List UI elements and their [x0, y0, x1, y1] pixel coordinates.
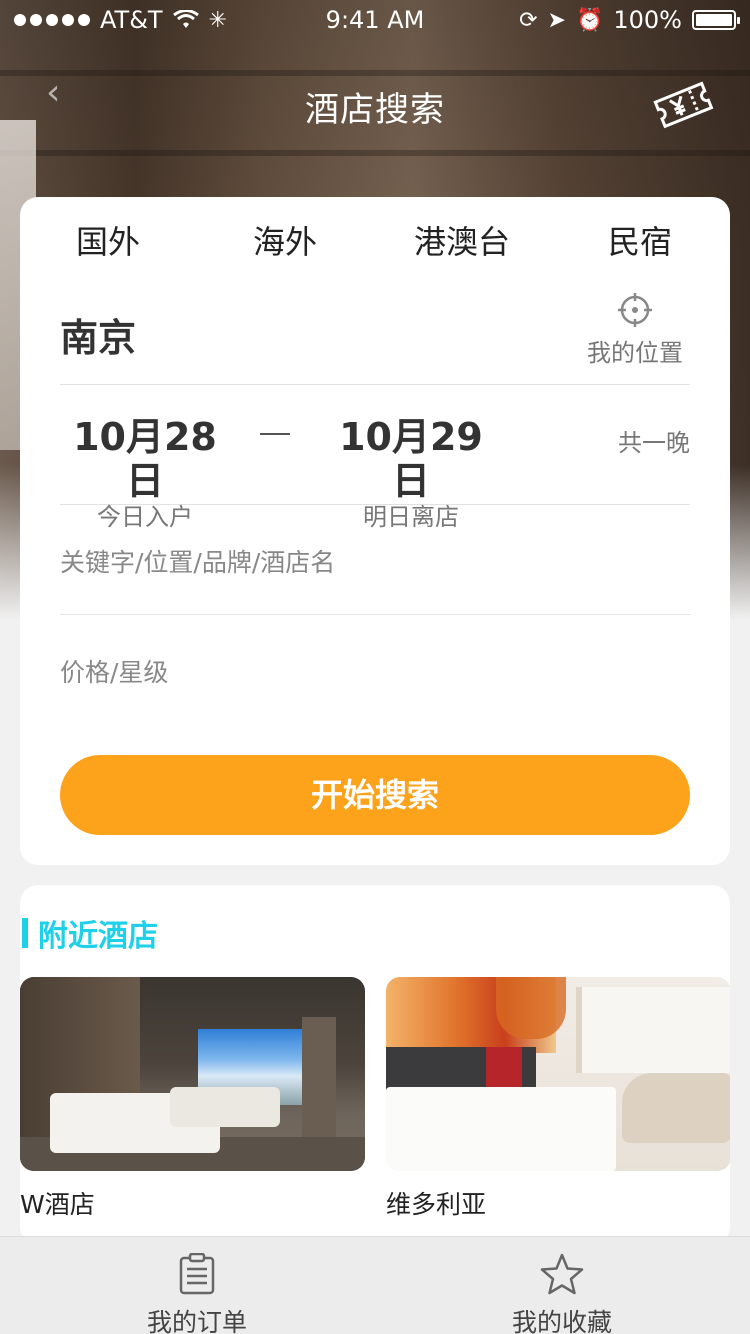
page-title: 酒店搜索	[305, 90, 445, 130]
nav-bar: ‹ 酒店搜索	[0, 62, 750, 146]
tab-my-orders-label: 我的订单	[146, 1308, 247, 1334]
crosshair-icon	[618, 293, 652, 327]
search-card: 国外 海外 港澳台 民宿 南京 我的位置 10月28日 今日入户 10月29日 …	[20, 197, 730, 865]
clipboard-icon	[179, 1253, 215, 1295]
nights-count: 共一晚	[618, 429, 690, 457]
hotel-name[interactable]: 维多利亚	[386, 1185, 730, 1221]
section-accent-bar	[22, 918, 28, 948]
signal-icon	[14, 14, 90, 26]
status-bar: AT&T ✳ 9:41 AM ⟳ ➤ ⏰ 100%	[0, 0, 750, 40]
tab-foreign[interactable]: 国外	[38, 217, 178, 263]
hotel-card[interactable]: 维多利亚	[386, 977, 730, 1221]
star-icon	[540, 1253, 584, 1295]
tab-overseas[interactable]: 海外	[215, 217, 355, 263]
nearby-hotels-card: 附近酒店 W酒店 维多利亚	[20, 885, 730, 1245]
start-search-button[interactable]: 开始搜索	[60, 755, 690, 835]
section-title-label: 附近酒店	[38, 919, 158, 954]
hotel-card[interactable]: W酒店	[20, 977, 365, 1221]
hotel-photo[interactable]	[20, 977, 365, 1171]
tab-homestay[interactable]: 民宿	[570, 217, 710, 263]
price-star-field[interactable]: 价格/星级	[60, 653, 690, 689]
ceiling-beam	[0, 150, 750, 156]
hotel-photo[interactable]	[386, 977, 730, 1171]
checkout-date[interactable]: 10月29日 明日离店	[326, 415, 496, 531]
my-location-label: 我的位置	[587, 339, 683, 367]
checkin-date-value: 10月28日	[73, 415, 217, 503]
alarm-icon: ⏰	[575, 7, 604, 33]
city-name[interactable]: 南京	[60, 307, 136, 362]
date-separator	[260, 433, 290, 435]
checkin-label: 今日入户	[97, 503, 193, 531]
ticket-yen-icon[interactable]	[650, 76, 716, 132]
checkout-label: 明日离店	[363, 503, 459, 531]
tab-my-orders[interactable]: 我的订单	[97, 1253, 297, 1334]
checkout-date-value: 10月29日	[339, 415, 483, 503]
date-row: 10月28日 今日入户 10月29日 明日离店 共一晚	[60, 387, 690, 531]
wifi-icon	[172, 10, 199, 28]
rotation-lock-icon: ⟳	[519, 7, 538, 33]
tab-my-favorites-label: 我的收藏	[511, 1308, 612, 1334]
carrier-label: AT&T	[100, 6, 163, 34]
section-title: 附近酒店	[20, 915, 158, 954]
battery-icon	[692, 10, 740, 30]
keyword-field[interactable]: 关键字/位置/品牌/酒店名	[60, 543, 690, 615]
activity-spinner-icon: ✳	[208, 7, 228, 33]
my-location-button[interactable]: 我的位置	[580, 293, 690, 368]
tab-my-favorites[interactable]: 我的收藏	[462, 1253, 662, 1334]
city-row[interactable]: 南京 我的位置	[60, 293, 690, 385]
battery-percent: 100%	[613, 6, 682, 34]
region-tabs: 国外 海外 港澳台 民宿	[20, 197, 730, 283]
tab-hk-macao-taiwan[interactable]: 港澳台	[392, 217, 532, 263]
location-arrow-icon: ➤	[547, 7, 566, 33]
bottom-tab-bar: 我的订单 我的收藏	[0, 1236, 750, 1334]
checkin-date[interactable]: 10月28日 今日入户	[60, 415, 230, 531]
hotel-name[interactable]: W酒店	[20, 1185, 365, 1221]
